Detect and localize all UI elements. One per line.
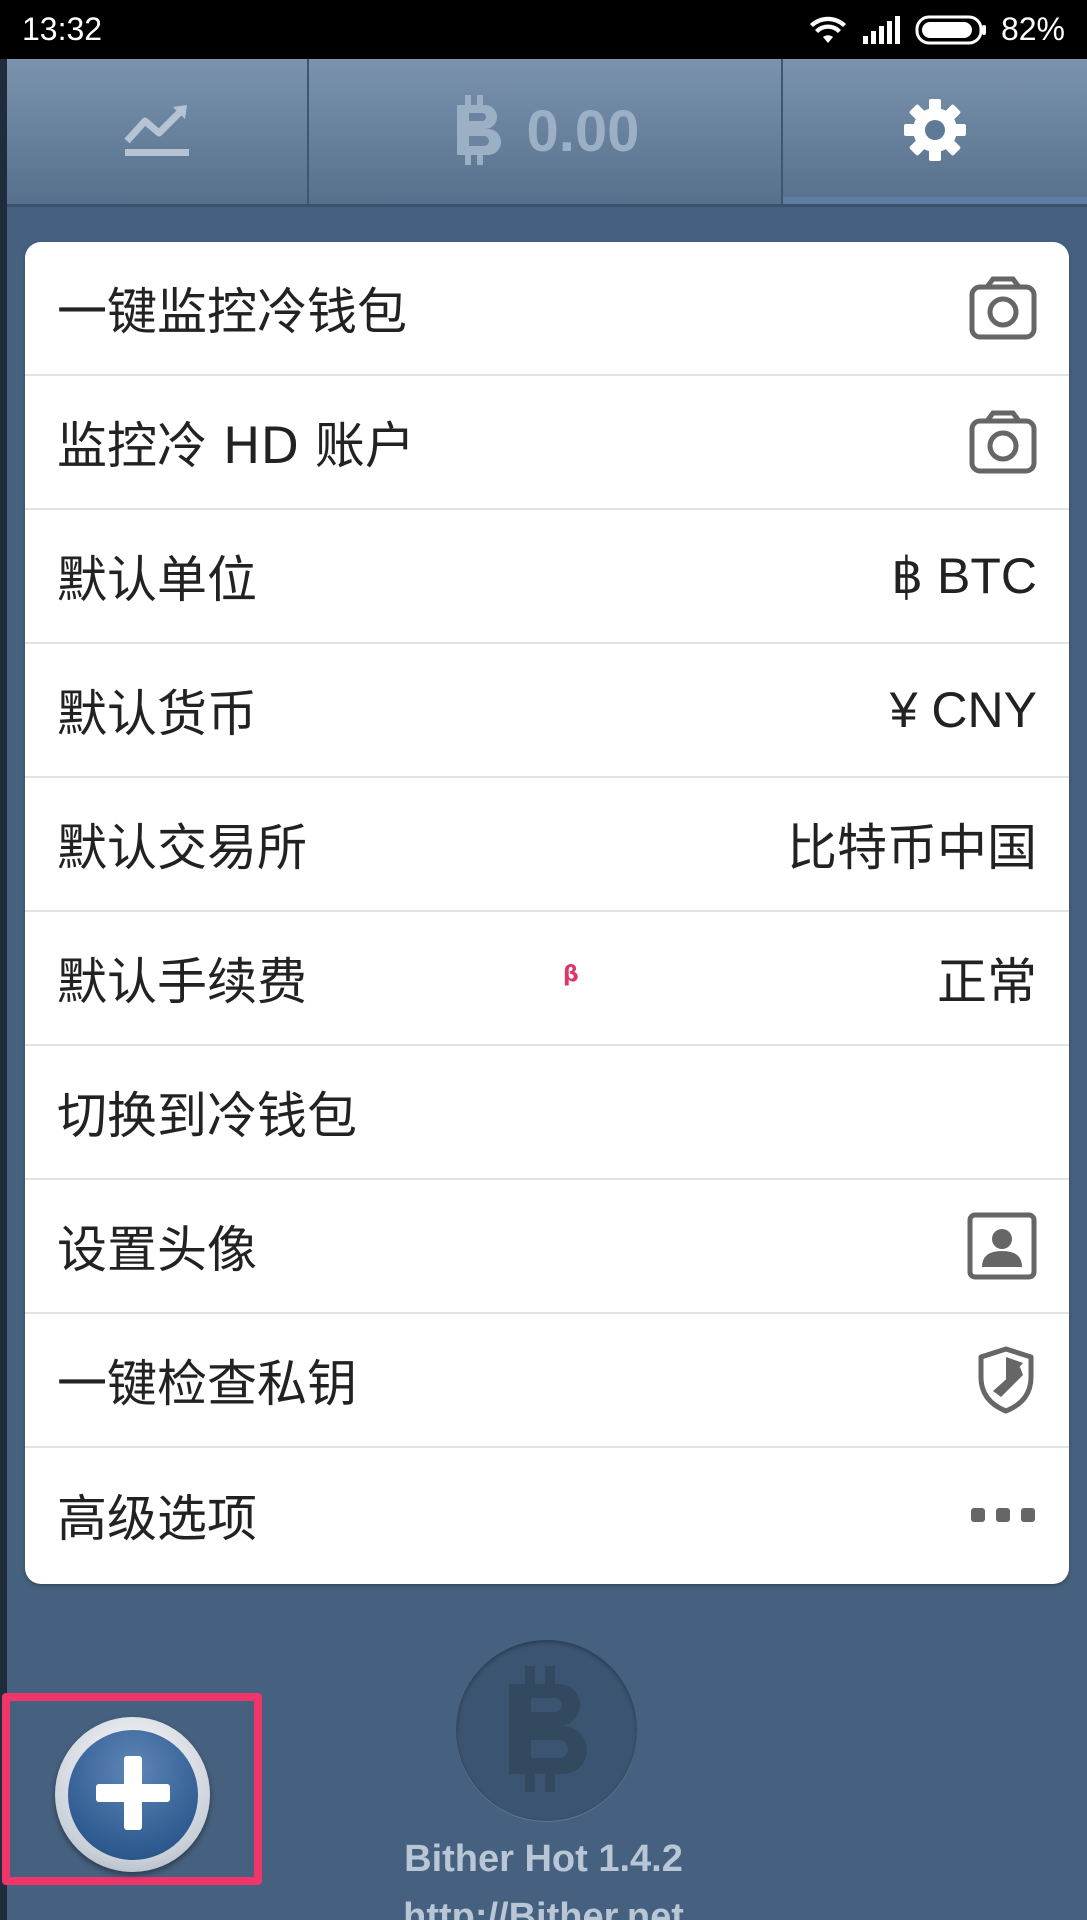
settings-item-advanced[interactable]: 高级选项 — [25, 1448, 1069, 1582]
tab-market[interactable] — [7, 59, 309, 204]
settings-list: 一键监控冷钱包 监控冷 HD 账户 默认单位 ฿ BTC 默认货币 ¥ CNY … — [25, 242, 1069, 1584]
settings-item-label: 默认交易所 — [57, 819, 307, 877]
settings-item-monitor-cold-wallet[interactable]: 一键监控冷钱包 — [25, 242, 1069, 376]
settings-item-value: 比特币中国 — [787, 820, 1037, 876]
tab-bar: 0.00 — [7, 59, 1087, 207]
avatar-icon — [967, 1212, 1037, 1280]
settings-item-set-avatar[interactable]: 设置头像 — [25, 1180, 1069, 1314]
battery-icon — [915, 14, 987, 46]
tab-balance[interactable]: 0.00 — [309, 59, 783, 204]
add-button[interactable] — [55, 1717, 210, 1872]
bitcoin-logo-icon — [497, 1664, 597, 1798]
settings-item-value: 正常 — [937, 954, 1037, 1010]
camera-icon — [969, 409, 1037, 475]
settings-item-label: 默认手续费 — [57, 953, 307, 1011]
balance-amount: 0.00 — [526, 99, 640, 164]
app-url[interactable]: http://Bither.net — [0, 1896, 1087, 1920]
settings-item-default-currency[interactable]: 默认货币 ¥ CNY — [25, 644, 1069, 778]
settings-item-label: 默认货币 — [57, 685, 257, 743]
settings-item-default-exchange[interactable]: 默认交易所 比特币中国 — [25, 778, 1069, 912]
bitcoin-icon — [451, 93, 507, 171]
settings-item-label: 默认单位 — [57, 551, 257, 609]
left-edge — [0, 59, 7, 1920]
add-button-face — [67, 1729, 198, 1860]
status-indicators: 82% — [809, 11, 1065, 48]
camera-icon — [969, 275, 1037, 341]
status-time: 13:32 — [22, 11, 103, 47]
plus-icon — [88, 1748, 178, 1842]
wifi-icon — [809, 15, 847, 45]
gear-icon — [902, 97, 968, 167]
settings-item-default-unit[interactable]: 默认单位 ฿ BTC — [25, 510, 1069, 644]
settings-item-switch-cold-wallet[interactable]: 切换到冷钱包 — [25, 1046, 1069, 1180]
settings-item-label: 监控冷 HD 账户 — [57, 417, 415, 475]
settings-item-label: 切换到冷钱包 — [57, 1087, 357, 1145]
status-bar: 13:32 82% — [0, 0, 1087, 59]
bither-logo — [456, 1640, 637, 1821]
tab-settings[interactable] — [783, 59, 1087, 204]
settings-item-value: ฿ BTC — [891, 548, 1037, 604]
battery-percent: 82% — [1000, 11, 1065, 47]
settings-item-label: 一键监控冷钱包 — [57, 283, 407, 341]
settings-item-label: 设置头像 — [57, 1221, 257, 1279]
market-chart-icon — [123, 101, 191, 163]
settings-item-label: 一键检查私钥 — [57, 1355, 357, 1413]
signal-icon — [861, 15, 901, 44]
settings-item-value: ¥ CNY — [889, 682, 1037, 738]
beta-badge: β — [563, 962, 579, 987]
settings-item-check-private-keys[interactable]: 一键检查私钥 — [25, 1314, 1069, 1448]
settings-item-monitor-cold-hd[interactable]: 监控冷 HD 账户 — [25, 376, 1069, 510]
shield-icon — [975, 1345, 1037, 1415]
settings-item-label: 高级选项 — [57, 1490, 257, 1548]
more-icon — [969, 1506, 1037, 1524]
settings-item-default-fee[interactable]: 默认手续费 β 正常 — [25, 912, 1069, 1046]
